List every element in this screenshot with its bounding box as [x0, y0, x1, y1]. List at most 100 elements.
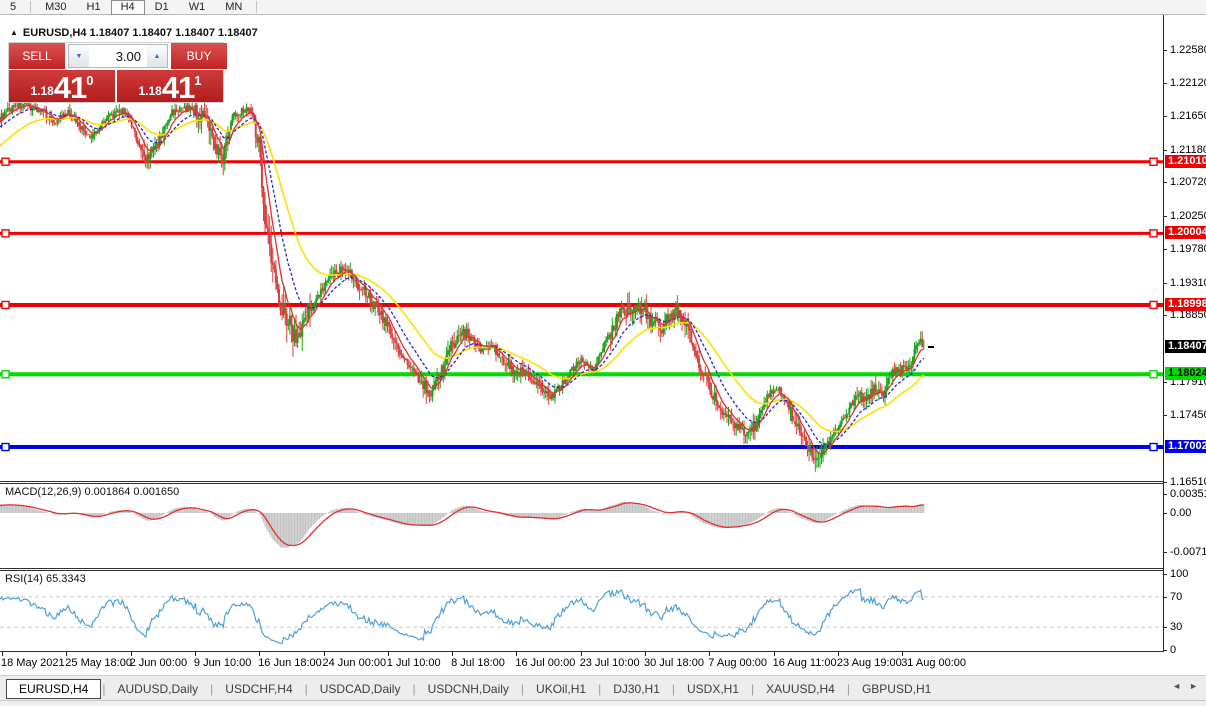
- time-tick-label: 16 Jul 00:00: [515, 657, 575, 669]
- chart-tab-eurusd[interactable]: EURUSD,H4: [6, 679, 101, 699]
- time-tick-label: 16 Aug 11:00: [773, 657, 837, 669]
- chart-tab-gbpusd[interactable]: GBPUSD,H1: [851, 679, 942, 699]
- one-click-trading-panel: SELL ▼ ▲ BUY 1.18 41 0 1.18 41 1: [8, 42, 224, 103]
- timeframe-button-d1[interactable]: D1: [145, 0, 179, 15]
- macd-label: MACD(12,26,9) 0.001864 0.001650: [5, 486, 179, 498]
- price-badge-1.18024: 1.18024: [1165, 367, 1206, 380]
- macd-axis-label: 0.00: [1170, 507, 1191, 519]
- price-badge-1.18998: 1.18998: [1165, 298, 1206, 311]
- chart-title-text: EURUSD,H4 1.18407 1.18407 1.18407 1.1840…: [23, 27, 258, 39]
- rsi-axis-label: 100: [1170, 568, 1188, 580]
- chart-tab-xauusd[interactable]: XAUUSD,H4: [755, 679, 846, 699]
- macd-axis-label: 0.003515: [1170, 488, 1206, 500]
- volume-increase-button[interactable]: ▲: [147, 45, 167, 67]
- price-badge-1.21010: 1.21010: [1165, 155, 1206, 168]
- time-tick: [131, 652, 132, 656]
- timeframe-button-5[interactable]: 5: [0, 0, 26, 15]
- timeframe-toolbar: 5 M30H1H4D1W1MN: [0, 0, 1206, 15]
- chart-tab-usdcnh[interactable]: USDCNH,Daily: [417, 679, 520, 699]
- rsi-axis-tick: [1163, 574, 1167, 575]
- chart-tab-ukoil[interactable]: UKOil,H1: [525, 679, 597, 699]
- price-tick-label: 1.22580: [1170, 44, 1206, 56]
- tab-scroll-left-icon[interactable]: ◄: [1172, 681, 1181, 691]
- price-tick: [1163, 83, 1167, 84]
- tab-scroll-right-icon[interactable]: ►: [1189, 681, 1198, 691]
- horizontal-lines[interactable]: [0, 158, 1163, 450]
- volume-input[interactable]: [89, 45, 147, 67]
- pane-separator: [0, 570, 1206, 571]
- price-tick: [1163, 415, 1167, 416]
- current-price-badge: 1.18407: [1165, 340, 1206, 353]
- price-tick-label: 1.18850: [1170, 309, 1206, 321]
- sell-price-main: 41: [54, 74, 86, 101]
- time-tick-label: 1 Jul 10:00: [387, 657, 441, 669]
- mt4-window: 5 M30H1H4D1W1MN ▲ EURUSD,H4 1.18407 1.1840…: [0, 0, 1206, 706]
- buy-price-display[interactable]: 1.18 41 1: [117, 70, 223, 102]
- price-axis[interactable]: 1.225801.221201.216501.211801.207201.202…: [1163, 14, 1206, 652]
- time-tick: [324, 652, 325, 656]
- time-tick-label: 9 Jun 10:00: [194, 657, 252, 669]
- time-tick-label: 16 Jun 18:00: [258, 657, 322, 669]
- timeframe-button-m30[interactable]: M30: [35, 0, 76, 15]
- time-tick: [66, 652, 67, 656]
- volume-spinner: ▼ ▲: [68, 44, 168, 68]
- sell-price-display[interactable]: 1.18 41 0: [9, 70, 115, 102]
- timeframe-button-mn[interactable]: MN: [215, 0, 252, 15]
- price-tick-label: 1.19780: [1170, 243, 1206, 255]
- sell-price-pip: 0: [86, 73, 93, 88]
- chart-tab-usdchf[interactable]: USDCHF,H4: [214, 679, 303, 699]
- time-axis[interactable]: 18 May 202125 May 18:002 Jun 00:009 Jun …: [0, 652, 1206, 675]
- price-tick-label: 1.16510: [1170, 476, 1206, 488]
- candles: [0, 93, 924, 472]
- buy-price-main: 41: [162, 74, 194, 101]
- price-tick-label: 1.20250: [1170, 210, 1206, 222]
- pane-separator[interactable]: [0, 481, 1206, 482]
- rsi-indicator: [0, 589, 1163, 644]
- time-tick: [902, 652, 903, 656]
- volume-decrease-button[interactable]: ▼: [69, 45, 89, 67]
- macd-axis-label: -0.007178: [1170, 546, 1206, 558]
- sell-price-prefix: 1.18: [30, 84, 53, 98]
- macd-axis-tick: [1163, 494, 1167, 495]
- chart-title: ▲ EURUSD,H4 1.18407 1.18407 1.18407 1.184…: [10, 27, 258, 39]
- time-tick: [388, 652, 389, 656]
- rsi-axis-tick: [1163, 627, 1167, 628]
- rsi-axis-label: 70: [1170, 591, 1182, 603]
- sell-button[interactable]: SELL: [9, 43, 65, 69]
- timeframe-button-w1[interactable]: W1: [179, 0, 216, 15]
- price-tick: [1163, 182, 1167, 183]
- ma-mid-line: [0, 109, 924, 444]
- macd-axis-tick: [1163, 552, 1167, 553]
- chart-tab-dj30[interactable]: DJ30,H1: [602, 679, 671, 699]
- time-tick-label: 23 Aug 19:00: [837, 657, 902, 669]
- time-tick-label: 2 Jun 00:00: [130, 657, 188, 669]
- toolbar-separator: [256, 1, 257, 13]
- price-tick: [1163, 116, 1167, 117]
- buy-button[interactable]: BUY: [171, 43, 227, 69]
- toolbar-separator: [30, 1, 31, 13]
- tab-scroll-buttons: ◄ ►: [1172, 681, 1198, 691]
- price-tick-label: 1.17450: [1170, 409, 1206, 421]
- price-tick: [1163, 315, 1167, 316]
- time-tick: [452, 652, 453, 656]
- rsi-label: RSI(14) 65.3343: [5, 573, 86, 585]
- timeframe-button-h1[interactable]: H1: [77, 0, 111, 15]
- pane-separator: [0, 651, 1206, 652]
- timeframe-button-h4[interactable]: H4: [111, 0, 145, 15]
- time-tick: [516, 652, 517, 656]
- status-strip: [0, 700, 1206, 706]
- price-tick-label: 1.22120: [1170, 77, 1206, 89]
- chart-tab-audusd[interactable]: AUDUSD,Daily: [106, 679, 209, 699]
- price-badge-1.17002: 1.17002: [1165, 440, 1206, 453]
- price-tick-label: 1.20720: [1170, 176, 1206, 188]
- collapse-panel-icon[interactable]: ▲: [10, 28, 18, 37]
- chart-tab-usdx[interactable]: USDX,H1: [676, 679, 750, 699]
- time-tick-label: 7 Aug 00:00: [708, 657, 767, 669]
- price-tick: [1163, 150, 1167, 151]
- time-tick: [838, 652, 839, 656]
- price-tick-label: 1.19310: [1170, 277, 1206, 289]
- time-tick-label: 24 Jun 00:00: [323, 657, 387, 669]
- pane-separator[interactable]: [0, 568, 1206, 569]
- chart-tab-usdcad[interactable]: USDCAD,Daily: [309, 679, 412, 699]
- macd-axis-tick: [1163, 513, 1167, 514]
